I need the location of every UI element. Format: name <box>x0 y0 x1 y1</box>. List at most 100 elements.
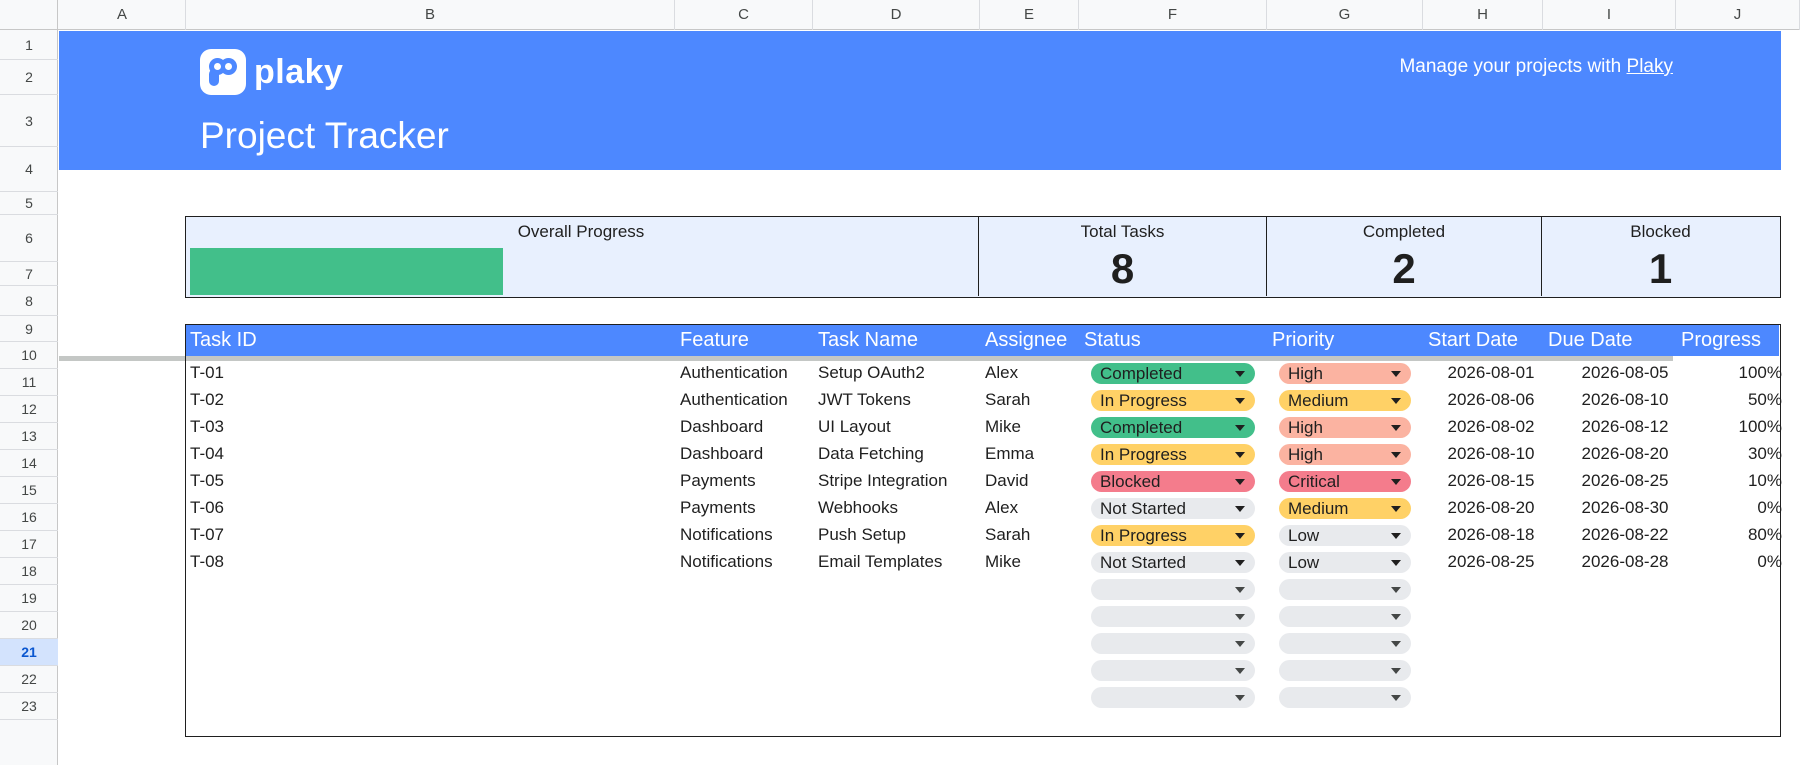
due-date-cell[interactable]: 2026-08-30 <box>1558 495 1692 521</box>
priority-dropdown[interactable] <box>1279 579 1411 600</box>
row-header-15[interactable]: 15 <box>0 477 58 504</box>
column-header-h[interactable]: H <box>1423 0 1543 30</box>
task-id-cell[interactable]: T-08 <box>186 549 666 575</box>
column-header-feature[interactable]: Feature <box>676 325 749 356</box>
progress-cell[interactable]: 80% <box>1691 522 1786 548</box>
task-name-cell[interactable]: Email Templates <box>814 549 981 575</box>
start-date-cell[interactable]: 2026-08-02 <box>1424 414 1558 440</box>
status-dropdown[interactable]: Completed <box>1091 417 1255 438</box>
column-header-start-date[interactable]: Start Date <box>1424 325 1518 356</box>
row-header-11[interactable]: 11 <box>0 369 58 396</box>
task-id-cell[interactable]: T-06 <box>186 495 666 521</box>
priority-dropdown[interactable] <box>1279 606 1411 627</box>
status-dropdown[interactable]: Completed <box>1091 363 1255 384</box>
progress-cell[interactable]: 10% <box>1691 468 1786 494</box>
progress-cell[interactable]: 30% <box>1691 441 1786 467</box>
column-header-a[interactable]: A <box>59 0 186 30</box>
overall-progress-cell[interactable]: Overall Progress <box>186 217 979 296</box>
task-name-cell[interactable]: Stripe Integration <box>814 468 981 494</box>
row-header-22[interactable]: 22 <box>0 666 58 693</box>
priority-dropdown[interactable] <box>1279 687 1411 708</box>
start-date-cell[interactable]: 2026-08-15 <box>1424 468 1558 494</box>
row-header-5[interactable]: 5 <box>0 192 58 215</box>
select-all-corner[interactable] <box>0 0 58 30</box>
column-header-due-date[interactable]: Due Date <box>1544 325 1633 356</box>
column-header-e[interactable]: E <box>980 0 1079 30</box>
progress-cell[interactable]: 50% <box>1691 387 1786 413</box>
row-header-23[interactable]: 23 <box>0 693 58 720</box>
blocked-cell[interactable]: Blocked 1 <box>1542 217 1779 296</box>
task-name-cell[interactable]: Data Fetching <box>814 441 981 467</box>
column-header-assignee[interactable]: Assignee <box>981 325 1067 356</box>
task-name-cell[interactable]: Push Setup <box>814 522 981 548</box>
column-header-f[interactable]: F <box>1079 0 1267 30</box>
row-header-10[interactable]: 10 <box>0 342 58 369</box>
row-header-12[interactable]: 12 <box>0 396 58 423</box>
assignee-cell[interactable]: Alex <box>981 360 1080 386</box>
assignee-cell[interactable]: Mike <box>981 549 1080 575</box>
priority-dropdown[interactable] <box>1279 660 1411 681</box>
due-date-cell[interactable]: 2026-08-20 <box>1558 441 1692 467</box>
status-dropdown[interactable] <box>1091 579 1255 600</box>
start-date-cell[interactable]: 2026-08-10 <box>1424 441 1558 467</box>
status-dropdown[interactable]: Blocked <box>1091 471 1255 492</box>
due-date-cell[interactable]: 2026-08-10 <box>1558 387 1692 413</box>
priority-dropdown[interactable] <box>1279 633 1411 654</box>
due-date-cell[interactable]: 2026-08-28 <box>1558 549 1692 575</box>
start-date-cell[interactable]: 2026-08-06 <box>1424 387 1558 413</box>
priority-dropdown[interactable]: Low <box>1279 525 1411 546</box>
task-id-cell[interactable]: T-02 <box>186 387 666 413</box>
status-dropdown[interactable]: In Progress <box>1091 444 1255 465</box>
sheet-grid[interactable]: plaky Manage your projects with Plaky Pr… <box>59 31 1800 765</box>
due-date-cell[interactable]: 2026-08-12 <box>1558 414 1692 440</box>
feature-cell[interactable]: Dashboard <box>676 441 814 467</box>
progress-cell[interactable]: 100% <box>1691 360 1786 386</box>
priority-dropdown[interactable]: Medium <box>1279 498 1411 519</box>
assignee-cell[interactable]: Sarah <box>981 387 1080 413</box>
status-dropdown[interactable]: Not Started <box>1091 498 1255 519</box>
priority-dropdown[interactable]: High <box>1279 417 1411 438</box>
feature-cell[interactable]: Payments <box>676 495 814 521</box>
task-name-cell[interactable]: UI Layout <box>814 414 981 440</box>
progress-cell[interactable]: 100% <box>1691 414 1786 440</box>
status-dropdown[interactable] <box>1091 687 1255 708</box>
priority-dropdown[interactable]: High <box>1279 363 1411 384</box>
feature-cell[interactable]: Authentication <box>676 360 814 386</box>
completed-cell[interactable]: Completed 2 <box>1267 217 1542 296</box>
start-date-cell[interactable]: 2026-08-01 <box>1424 360 1558 386</box>
start-date-cell[interactable]: 2026-08-20 <box>1424 495 1558 521</box>
assignee-cell[interactable]: Mike <box>981 414 1080 440</box>
column-header-task-name[interactable]: Task Name <box>814 325 918 356</box>
row-header-7[interactable]: 7 <box>0 262 58 286</box>
row-header-1[interactable]: 1 <box>0 30 58 60</box>
feature-cell[interactable]: Dashboard <box>676 414 814 440</box>
row-header-16[interactable]: 16 <box>0 504 58 531</box>
column-header-progress[interactable]: Progress <box>1677 325 1761 356</box>
status-dropdown[interactable] <box>1091 633 1255 654</box>
row-header-6[interactable]: 6 <box>0 215 58 262</box>
row-header-21[interactable]: 21 <box>0 639 58 666</box>
due-date-cell[interactable]: 2026-08-22 <box>1558 522 1692 548</box>
task-name-cell[interactable]: JWT Tokens <box>814 387 981 413</box>
row-header-14[interactable]: 14 <box>0 450 58 477</box>
row-header-8[interactable]: 8 <box>0 286 58 316</box>
assignee-cell[interactable]: David <box>981 468 1080 494</box>
column-header-task-id[interactable]: Task ID <box>186 325 257 356</box>
assignee-cell[interactable]: Sarah <box>981 522 1080 548</box>
row-header-17[interactable]: 17 <box>0 531 58 558</box>
status-dropdown[interactable]: In Progress <box>1091 525 1255 546</box>
row-header-2[interactable]: 2 <box>0 60 58 95</box>
due-date-cell[interactable]: 2026-08-05 <box>1558 360 1692 386</box>
row-header-4[interactable]: 4 <box>0 147 58 192</box>
total-tasks-cell[interactable]: Total Tasks 8 <box>979 217 1267 296</box>
task-id-cell[interactable]: T-07 <box>186 522 666 548</box>
progress-cell[interactable]: 0% <box>1691 549 1786 575</box>
row-header-19[interactable]: 19 <box>0 585 58 612</box>
priority-dropdown[interactable]: Low <box>1279 552 1411 573</box>
task-name-cell[interactable]: Webhooks <box>814 495 981 521</box>
progress-cell[interactable]: 0% <box>1691 495 1786 521</box>
task-id-cell[interactable]: T-04 <box>186 441 666 467</box>
priority-dropdown[interactable]: Medium <box>1279 390 1411 411</box>
priority-dropdown[interactable]: Critical <box>1279 471 1411 492</box>
start-date-cell[interactable]: 2026-08-18 <box>1424 522 1558 548</box>
